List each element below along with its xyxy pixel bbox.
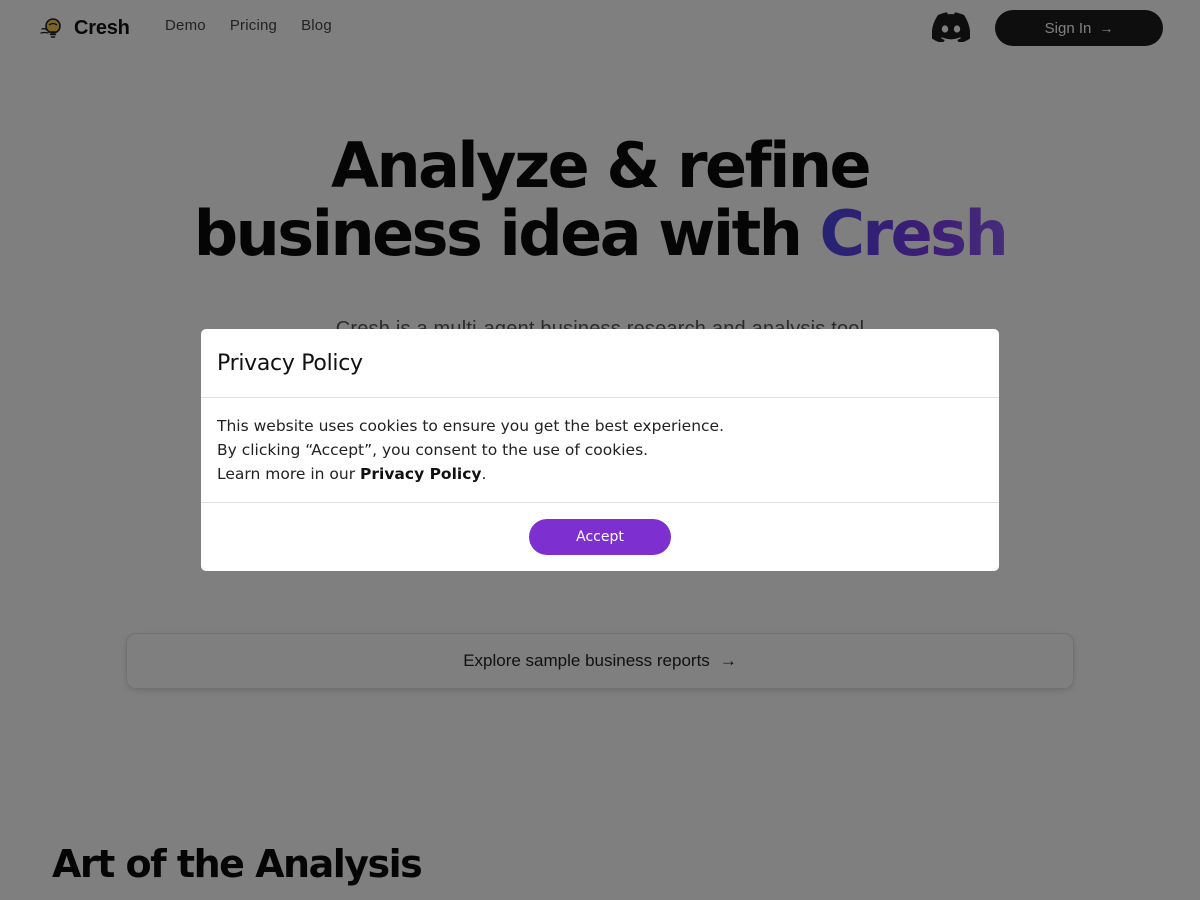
dialog-footer: Accept (201, 503, 999, 571)
cookie-notice-line1: This website uses cookies to ensure you … (217, 417, 725, 435)
dialog-body: This website uses cookies to ensure you … (201, 398, 999, 503)
privacy-policy-link[interactable]: Privacy Policy (360, 465, 482, 483)
learn-more-text: Learn more in our (217, 465, 360, 483)
cookie-notice-line3: Learn more in our Privacy Policy. (217, 462, 983, 486)
cookie-notice-line2: By clicking “Accept”, you consent to the… (217, 441, 649, 459)
period-text: . (481, 465, 487, 483)
dialog-title: Privacy Policy (217, 350, 363, 376)
dialog-header: Privacy Policy (201, 329, 999, 398)
privacy-policy-dialog: Privacy Policy This website uses cookies… (201, 329, 999, 571)
accept-button[interactable]: Accept (529, 519, 671, 555)
